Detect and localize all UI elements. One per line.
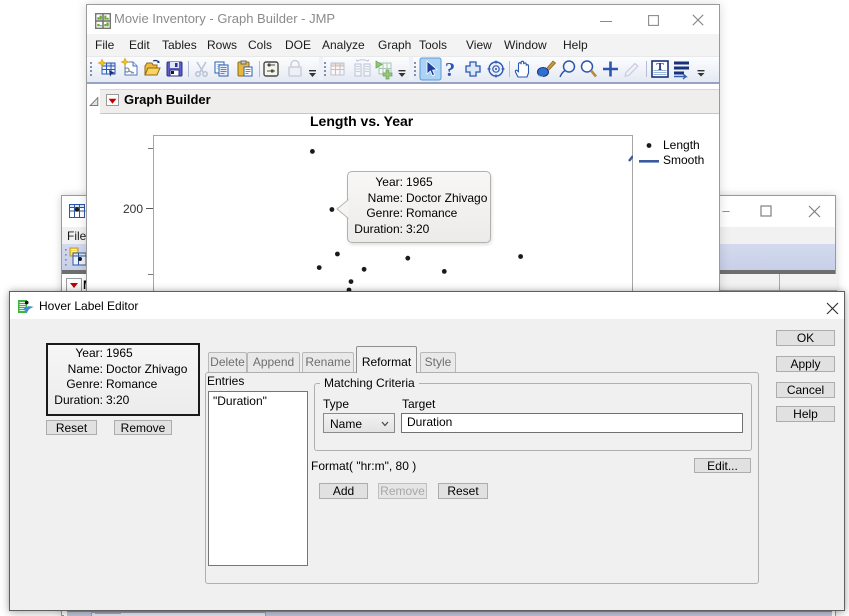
svg-text:T: T [656, 61, 664, 73]
svg-text:?: ? [445, 59, 455, 81]
